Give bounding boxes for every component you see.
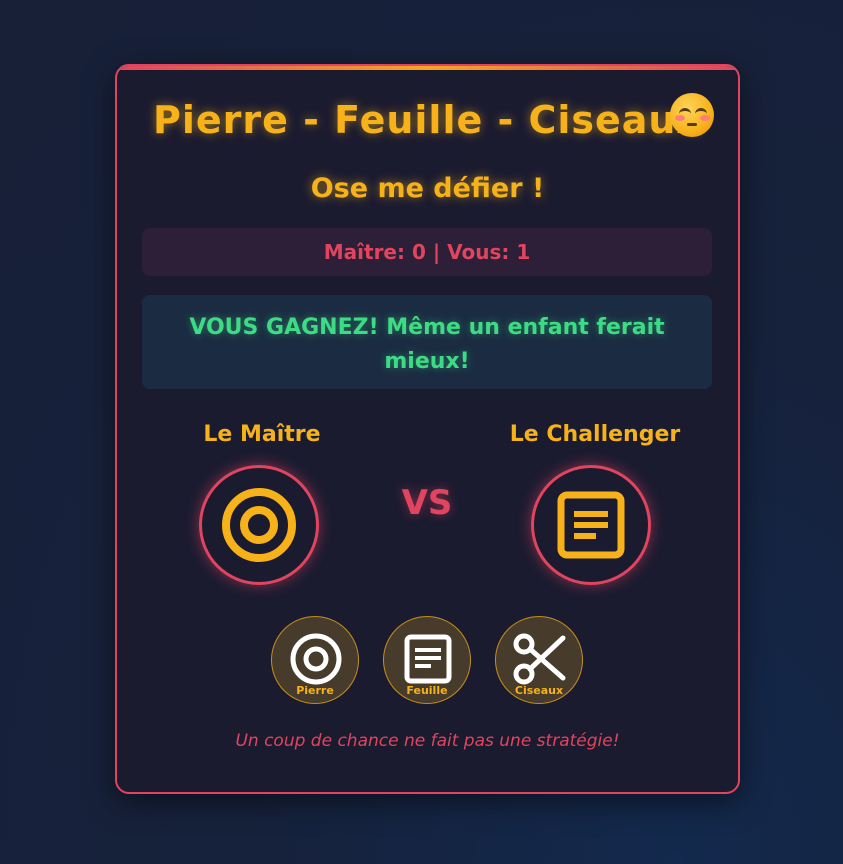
master-label: Le Maître [203, 422, 321, 447]
paper-icon [557, 491, 625, 559]
choice-pierre-button[interactable]: Pierre [271, 616, 359, 704]
scissors-icon [513, 633, 566, 685]
choice-label: Pierre [296, 684, 334, 697]
paper-icon [404, 634, 452, 684]
choice-label: Ciseaux [514, 684, 564, 697]
choice-label: Feuille [406, 684, 448, 697]
rock-icon [290, 633, 342, 685]
result-message: VOUS GAGNEZ! Même un enfant ferait mieux… [142, 295, 712, 389]
challenger-label: Le Challenger [509, 422, 681, 447]
choice-ciseaux-button[interactable]: Ciseaux [495, 616, 583, 704]
flushed-face-icon [670, 93, 714, 137]
score-display: Maître: 0 | Vous: 1 [142, 228, 712, 276]
card-accent-bar [117, 66, 738, 70]
vs-label: VS [401, 483, 453, 523]
subtitle: Ose me défier ! [310, 173, 545, 204]
game-card: Pierre - Feuille - Ciseaux Ose me défier… [115, 64, 740, 794]
taunt-text: Un coup de chance ne fait pas une straté… [235, 731, 620, 751]
challenger-choice-display [531, 465, 651, 585]
rock-icon [222, 488, 296, 562]
choice-feuille-button[interactable]: Feuille [383, 616, 471, 704]
game-title: Pierre - Feuille - Ciseaux [153, 98, 702, 142]
master-choice-display [199, 465, 319, 585]
